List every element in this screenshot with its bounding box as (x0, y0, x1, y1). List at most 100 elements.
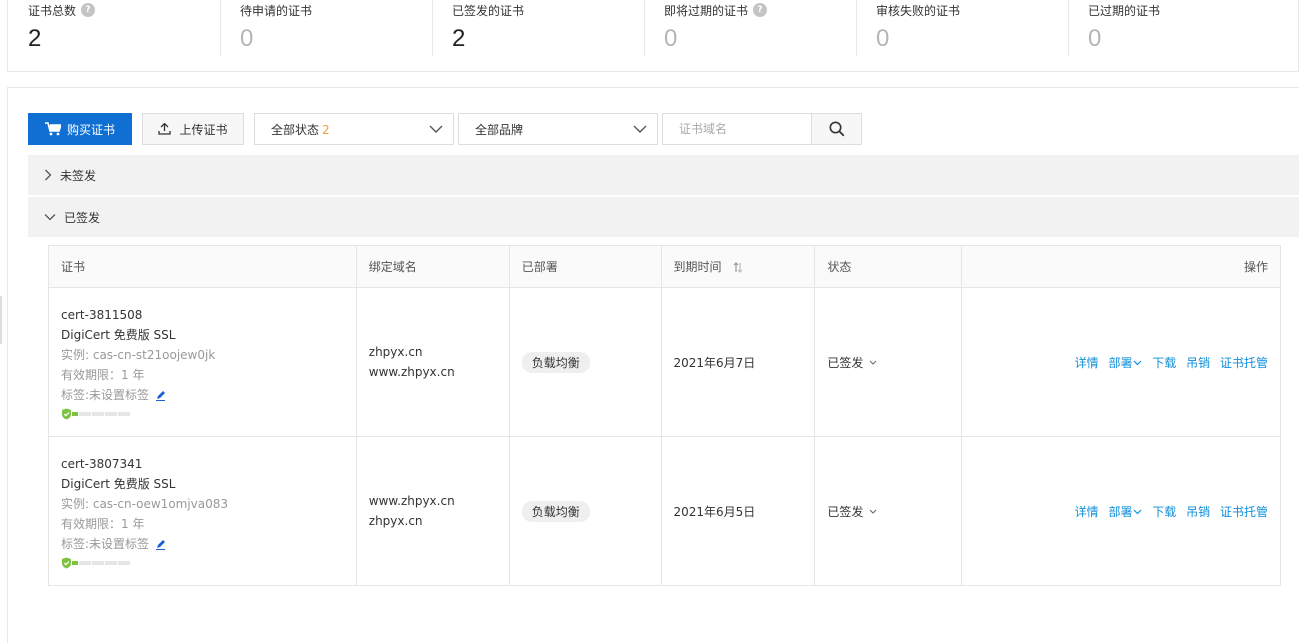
status-filter-select[interactable]: 全部状态 2 (254, 113, 454, 145)
upload-icon (158, 123, 172, 135)
expire-header-label: 到期时间 (673, 260, 722, 274)
status-label: 已签发 (827, 504, 864, 519)
stat-value: 2 (28, 25, 42, 52)
buy-certificate-button[interactable]: 购买证书 (28, 113, 132, 145)
table-row: cert-3807341 DigiCert 免费版 SSL 实例: cas-cn… (48, 436, 1281, 586)
chevron-down-icon (1134, 360, 1142, 366)
scroll-edge (0, 296, 2, 344)
upload-label: 上传证书 (179, 122, 228, 137)
stat-expiring: 即将过期的证书? 0 (644, 0, 856, 71)
deploy-dropdown[interactable]: 部署 (1108, 505, 1142, 519)
column-header-deployed: 已部署 (508, 245, 662, 288)
domain-search-input[interactable] (662, 113, 812, 145)
chevron-down-icon (633, 125, 647, 133)
deploy-link-label: 部署 (1108, 504, 1133, 519)
stat-total: 证书总数? 2 (8, 0, 220, 71)
download-link[interactable]: 下载 (1152, 356, 1176, 370)
hosting-link[interactable]: 证书托管 (1220, 356, 1268, 370)
deploy-dropdown[interactable]: 部署 (1108, 356, 1142, 370)
cert-id: cert-3807341 (61, 456, 143, 471)
group-signed[interactable]: 已签发 (28, 197, 1299, 237)
stat-label: 即将过期的证书 (664, 3, 749, 18)
cert-tag: 标签:未设置标签 (61, 387, 150, 402)
status-label: 已签发 (827, 355, 864, 370)
security-strength-bar (61, 408, 356, 420)
cert-product: DigiCert 免费版 SSL (61, 476, 176, 491)
buy-label: 购买证书 (66, 122, 115, 137)
chevron-down-icon (429, 125, 443, 133)
stat-label: 证书总数 (28, 3, 77, 18)
deployed-cell: 负载均衡 (508, 436, 662, 586)
group-label: 已签发 (64, 210, 101, 225)
stat-pending: 待申请的证书 0 (220, 0, 432, 71)
domain-name: www.zhpyx.cn (368, 365, 455, 379)
shield-check-icon (62, 408, 71, 419)
group-label: 未签发 (60, 168, 97, 183)
stat-failed: 审核失败的证书 0 (856, 0, 1068, 71)
deploy-link-label: 部署 (1108, 355, 1133, 370)
stat-label: 已签发的证书 (452, 3, 525, 18)
toolbar: 购买证书 上传证书 全部状态 2 全部品牌 (28, 113, 862, 145)
domain-cell: www.zhpyx.cn zhpyx.cn (355, 436, 510, 586)
sort-icon[interactable] (733, 262, 743, 273)
expire-cell: 2021年6月7日 (660, 287, 816, 437)
column-header-domain: 绑定域名 (355, 245, 510, 288)
domain-name: www.zhpyx.cn (368, 494, 455, 508)
detail-link[interactable]: 详情 (1075, 505, 1099, 519)
column-header-expire[interactable]: 到期时间 (660, 245, 816, 288)
certificate-table: 证书 绑定域名 已部署 到期时间 状态 操作 cert-3811508 Digi… (48, 245, 1281, 586)
revoke-link[interactable]: 吊销 (1186, 505, 1210, 519)
cert-product: DigiCert 免费版 SSL (61, 327, 176, 342)
search-icon (829, 121, 844, 137)
chevron-right-icon (45, 169, 52, 181)
status-cell: 已签发 (814, 287, 963, 437)
cert-validity: 有效期限：1 年 (61, 367, 145, 382)
stat-label: 待申请的证书 (240, 3, 313, 18)
deployed-badge: 负载均衡 (521, 351, 590, 373)
stat-value: 0 (240, 25, 254, 52)
ops-cell: 详情 部署 下载 吊销 证书托管 (961, 287, 1281, 437)
cert-instance: 实例: cas-cn-st21oojew0jk (61, 347, 216, 362)
cert-cell: cert-3811508 DigiCert 免费版 SSL 实例: cas-cn… (48, 287, 357, 437)
edit-tag-icon[interactable] (155, 539, 166, 550)
status-dropdown[interactable]: 已签发 (827, 354, 961, 371)
group-unsigned[interactable]: 未签发 (28, 155, 1299, 195)
column-header-status: 状态 (814, 245, 963, 288)
upload-certificate-button[interactable]: 上传证书 (142, 113, 244, 145)
stat-issued: 已签发的证书 2 (432, 0, 644, 71)
search-box (662, 113, 862, 145)
hosting-link[interactable]: 证书托管 (1220, 505, 1268, 519)
stat-expired: 已过期的证书 0 (1068, 0, 1280, 71)
revoke-link[interactable]: 吊销 (1186, 356, 1210, 370)
deployed-cell: 负载均衡 (508, 287, 662, 437)
edit-tag-icon[interactable] (155, 390, 166, 401)
deployed-badge: 负载均衡 (521, 500, 590, 522)
status-select-label: 全部状态 (271, 122, 320, 137)
domain-cell: zhpyx.cn www.zhpyx.cn (355, 287, 510, 437)
chevron-down-icon (1134, 509, 1142, 515)
cert-instance: 实例: cas-cn-oew1omjva083 (61, 496, 229, 511)
table-header-row: 证书 绑定域名 已部署 到期时间 状态 操作 (48, 245, 1281, 288)
status-count-badge: 2 (322, 122, 330, 137)
detail-link[interactable]: 详情 (1075, 356, 1099, 370)
status-dropdown[interactable]: 已签发 (827, 503, 961, 520)
help-icon[interactable]: ? (753, 3, 768, 17)
cert-validity: 有效期限：1 年 (61, 516, 145, 531)
chevron-down-icon (869, 360, 877, 365)
cart-icon (44, 122, 61, 136)
stats-panel: 证书总数? 2 待申请的证书 0 已签发的证书 2 即将过期的证书? 0 审核失… (7, 0, 1299, 72)
shield-check-icon (62, 557, 71, 568)
cert-id: cert-3811508 (61, 307, 143, 322)
brand-filter-select[interactable]: 全部品牌 (458, 113, 658, 145)
domain-name: zhpyx.cn (368, 345, 423, 359)
table-row: cert-3811508 DigiCert 免费版 SSL 实例: cas-cn… (48, 287, 1281, 437)
chevron-down-icon (44, 214, 56, 221)
search-button[interactable] (812, 113, 862, 145)
stat-value: 0 (1088, 25, 1102, 52)
column-header-cert: 证书 (48, 245, 357, 288)
stat-value: 2 (452, 25, 466, 52)
help-icon[interactable]: ? (81, 3, 96, 17)
download-link[interactable]: 下载 (1152, 505, 1176, 519)
ops-cell: 详情 部署 下载 吊销 证书托管 (961, 436, 1281, 586)
stat-value: 0 (664, 25, 678, 52)
